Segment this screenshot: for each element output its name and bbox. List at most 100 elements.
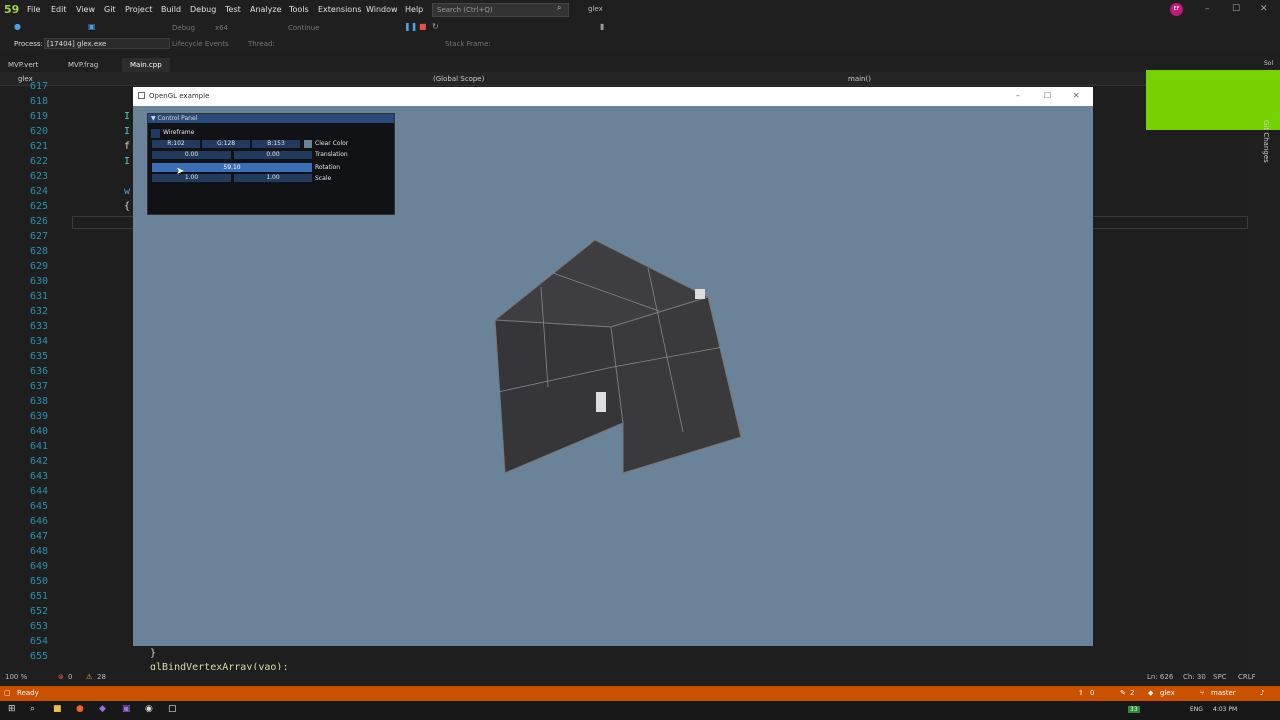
close-icon[interactable]: ✕ <box>1073 91 1080 100</box>
zoom-level[interactable]: 100 % <box>5 673 27 681</box>
push-icon[interactable]: ⇑ <box>1078 689 1084 697</box>
menu-edit[interactable]: Edit <box>51 5 67 14</box>
notification-badge[interactable]: 33 <box>1128 706 1140 713</box>
line-number: 636 <box>29 366 48 377</box>
menu-tools[interactable]: Tools <box>289 5 309 14</box>
line-number: 632 <box>29 306 48 317</box>
vs-instance-icon[interactable]: ▣ <box>122 704 131 714</box>
search-icon[interactable]: ⌕ <box>30 704 35 714</box>
language-indicator[interactable]: ENG <box>1190 706 1203 713</box>
tab-mvp-vert[interactable]: MVP.vert <box>0 58 46 72</box>
rotation-label: Rotation <box>315 164 341 171</box>
continue-button[interactable]: Continue <box>288 24 319 32</box>
save-icon[interactable]: ▣ <box>88 22 96 31</box>
thread-label: Thread: <box>248 40 275 48</box>
line-number: 633 <box>29 321 48 332</box>
menu-file[interactable]: File <box>27 5 40 14</box>
push-count: 0 <box>1090 689 1095 697</box>
repo-name[interactable]: glex <box>1160 689 1175 697</box>
blue-field[interactable]: B:153 <box>252 140 300 148</box>
maximize-icon[interactable]: ☐ <box>1044 91 1051 100</box>
scale-y-slider[interactable]: 1.00 <box>234 174 312 182</box>
lifecycle-button[interactable]: Lifecycle Events <box>172 40 229 48</box>
bookmark-icon[interactable]: ▮ <box>600 22 604 31</box>
obs-icon[interactable]: ◉ <box>145 704 153 714</box>
control-panel: ▼ Control Panel Wireframe R:102 G:128 B:… <box>147 113 395 215</box>
error-count: 0 <box>68 673 73 681</box>
warning-icon[interactable]: ⚠ <box>86 673 92 681</box>
search-icon[interactable]: ⌕ <box>557 3 561 13</box>
scale-x-slider[interactable]: 1.00 <box>152 174 231 182</box>
menu-view[interactable]: View <box>76 5 95 14</box>
menu-window[interactable]: Window <box>366 5 398 14</box>
branch-name[interactable]: master <box>1211 689 1236 697</box>
line-number: 623 <box>29 171 48 182</box>
tab-mvp-frag[interactable]: MVP.frag <box>60 58 106 72</box>
stop-icon[interactable]: ■ <box>419 22 427 31</box>
process-select[interactable]: [17404] glex.exe <box>44 38 170 49</box>
solution-explorer-tab[interactable]: Sol <box>1264 60 1273 67</box>
line-number: 645 <box>29 501 48 512</box>
terminal-icon[interactable]: ▢ <box>168 704 177 714</box>
visual-studio-icon[interactable]: ◆ <box>99 704 106 714</box>
error-icon[interactable]: ⊗ <box>58 673 64 681</box>
browser-icon[interactable]: ● <box>76 704 84 714</box>
repo-icon[interactable]: ◆ <box>1148 689 1153 697</box>
notification-icon[interactable]: ♪ <box>1260 689 1264 697</box>
translation-y-slider[interactable]: 0.00 <box>234 151 312 159</box>
menu-debug[interactable]: Debug <box>190 5 216 14</box>
git-changes-tab[interactable]: Git Changes <box>1262 120 1270 163</box>
menu-extensions[interactable]: Extensions <box>318 5 361 14</box>
green-field[interactable]: G:128 <box>202 140 250 148</box>
line-number: 641 <box>29 441 48 452</box>
minimize-icon[interactable]: – <box>1016 91 1020 100</box>
line-number: 631 <box>29 291 48 302</box>
opengl-window[interactable]: OpenGL example – ☐ ✕ ▼ Control Panel Wir… <box>133 87 1093 646</box>
translation-x-slider[interactable]: 0.00 <box>152 151 231 159</box>
windows-taskbar <box>0 701 1280 720</box>
clear-color-swatch[interactable] <box>304 140 312 148</box>
search-input[interactable]: Search (Ctrl+Q) <box>432 3 569 17</box>
document-tabs <box>0 58 1280 72</box>
restart-icon[interactable]: ↻ <box>432 22 439 31</box>
menu-help[interactable]: Help <box>405 5 423 14</box>
line-number: 654 <box>29 636 48 647</box>
line-number: 621 <box>29 141 48 152</box>
member-dropdown[interactable]: main() <box>848 75 871 83</box>
menu-analyze[interactable]: Analyze <box>250 5 282 14</box>
branch-icon[interactable]: ⑂ <box>1200 689 1204 697</box>
stack-frame-label: Stack Frame: <box>445 40 491 48</box>
menu-project[interactable]: Project <box>125 5 152 14</box>
maximize-icon[interactable]: ☐ <box>1232 4 1240 14</box>
whitespace-indicator[interactable]: SPC <box>1213 673 1227 681</box>
platform-select[interactable]: x64 <box>215 24 228 32</box>
status-bar <box>0 686 1280 701</box>
code-fragment: I <box>124 111 131 122</box>
line-ending-indicator[interactable]: CRLF <box>1238 673 1256 681</box>
translation-label: Translation <box>315 151 348 158</box>
window-title-bar[interactable]: OpenGL example – ☐ ✕ <box>133 87 1093 106</box>
clock[interactable]: 4:03 PM <box>1213 706 1237 713</box>
red-field[interactable]: R:102 <box>152 140 200 148</box>
menu-build[interactable]: Build <box>161 5 181 14</box>
line-number: 650 <box>29 576 48 587</box>
wireframe-checkbox[interactable] <box>151 129 160 138</box>
pencil-icon[interactable]: ✎ <box>1120 689 1126 697</box>
menu-git[interactable]: Git <box>104 5 116 14</box>
code-fragment: I <box>124 156 131 167</box>
folder-icon[interactable]: ■ <box>53 704 62 714</box>
minimize-icon[interactable]: – <box>1205 4 1210 14</box>
menu-test[interactable]: Test <box>225 5 241 14</box>
tab-main-cpp[interactable]: Main.cpp <box>122 58 170 72</box>
back-icon[interactable]: ● <box>14 22 21 31</box>
start-icon[interactable]: ⊞ <box>8 704 16 714</box>
scope-dropdown[interactable]: (Global Scope) <box>433 75 484 83</box>
line-number: 630 <box>29 276 48 287</box>
config-select[interactable]: Debug <box>172 24 195 32</box>
avatar[interactable]: EF <box>1170 3 1183 16</box>
rotating-cube <box>493 239 742 474</box>
control-panel-header[interactable]: ▼ Control Panel <box>148 114 394 123</box>
pause-icon[interactable]: ❚❚ <box>404 22 417 31</box>
line-number: 629 <box>29 261 48 272</box>
close-icon[interactable]: ✕ <box>1260 4 1268 14</box>
